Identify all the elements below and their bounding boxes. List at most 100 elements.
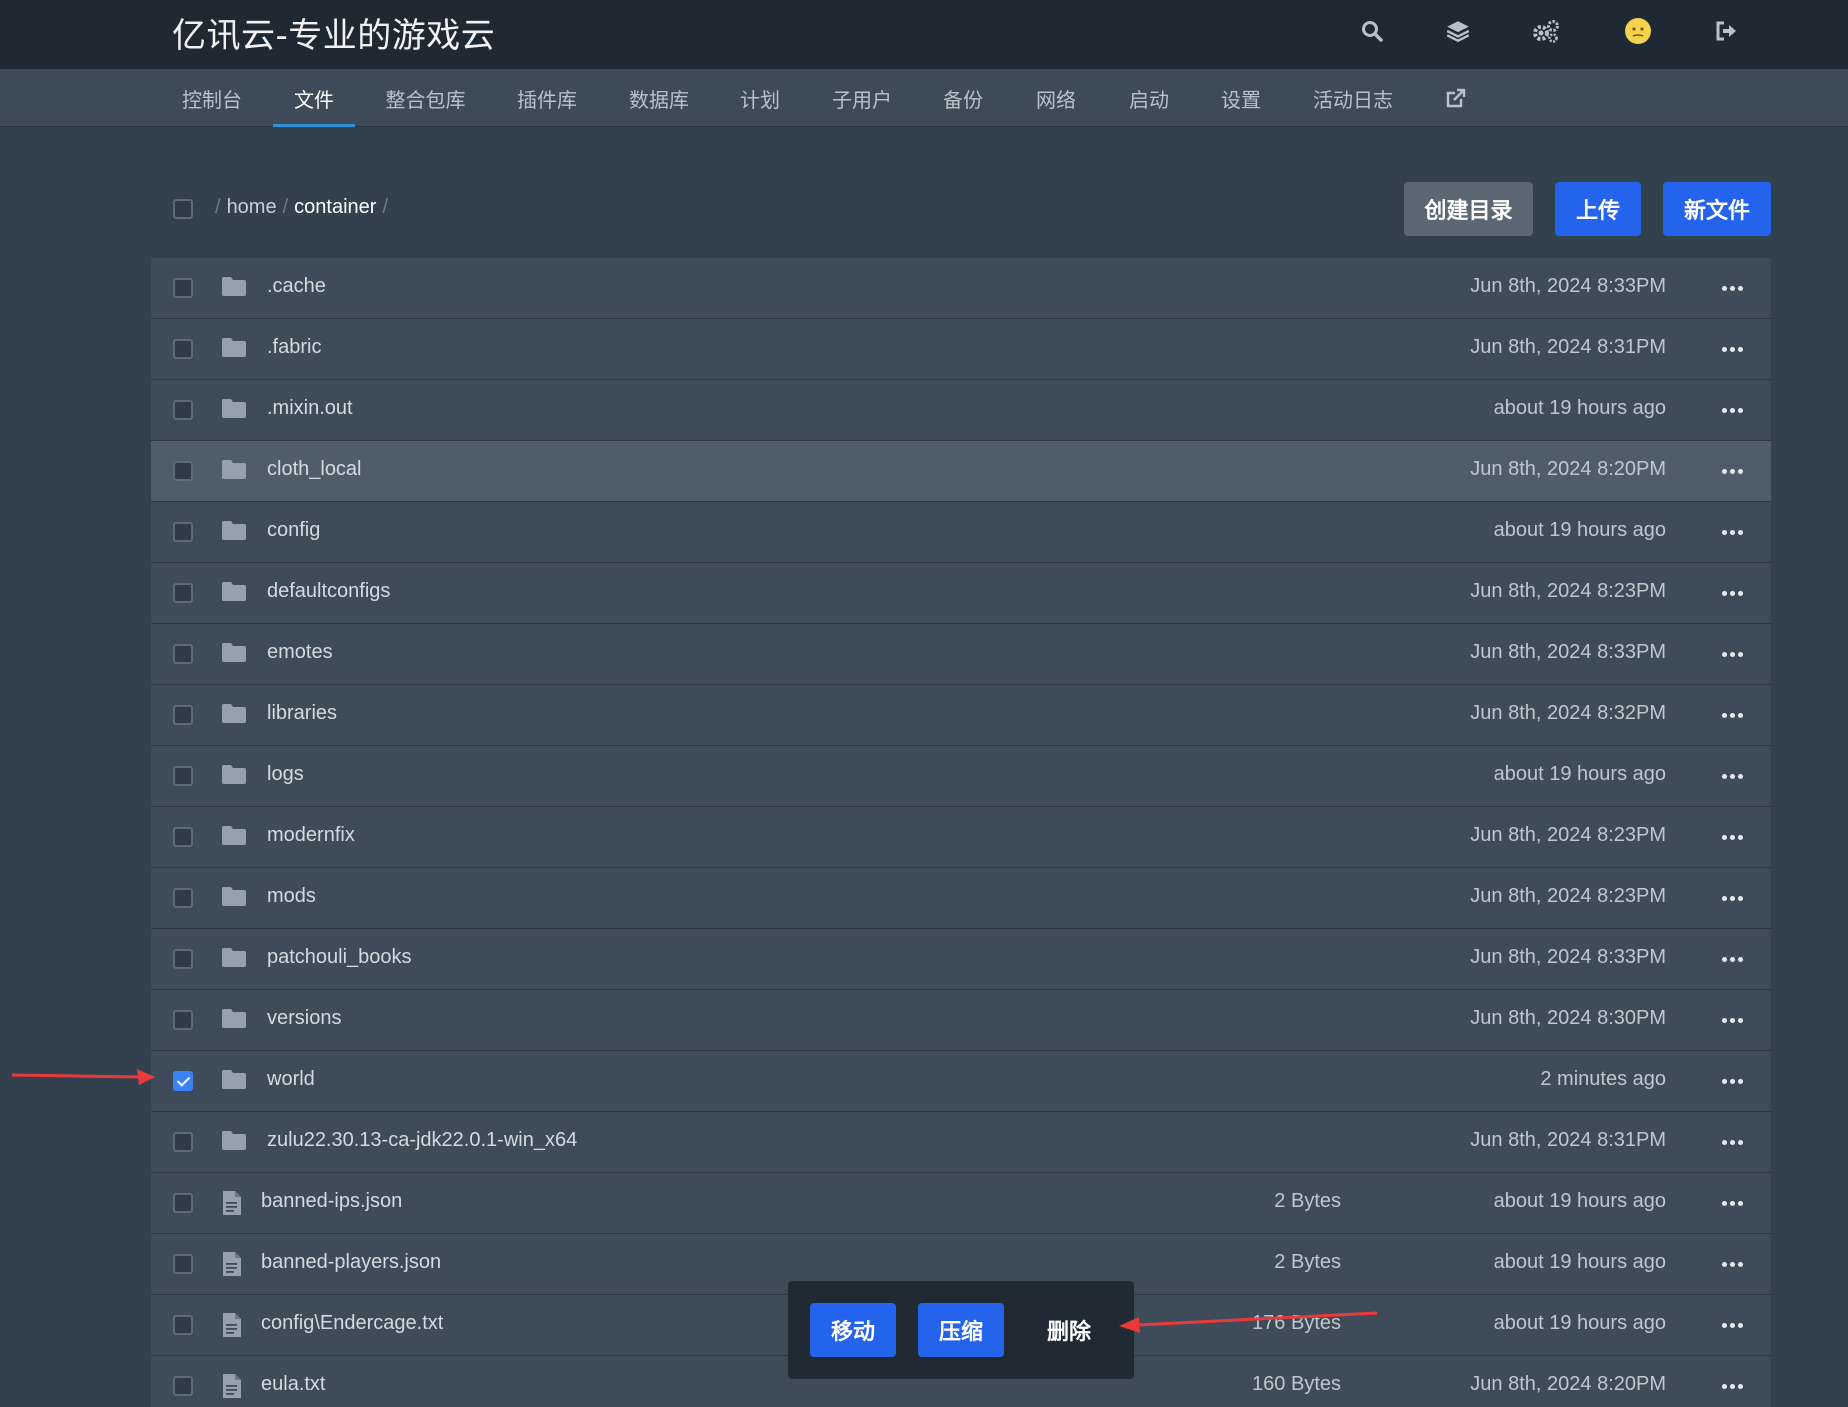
row-checkbox[interactable] <box>173 522 193 542</box>
tab-files[interactable]: 文件 <box>273 69 355 127</box>
file-name[interactable]: modernfix <box>267 824 355 847</box>
more-options-icon[interactable] <box>1715 638 1749 670</box>
more-options-icon[interactable] <box>1715 699 1749 731</box>
create-directory-button[interactable]: 创建目录 <box>1404 182 1533 236</box>
row-checkbox[interactable] <box>173 400 193 420</box>
more-options-icon[interactable] <box>1715 455 1749 487</box>
more-options-icon[interactable] <box>1715 394 1749 426</box>
file-name[interactable]: mods <box>267 885 316 908</box>
file-name[interactable]: banned-players.json <box>261 1251 441 1274</box>
more-options-icon[interactable] <box>1715 882 1749 914</box>
more-options-icon[interactable] <box>1715 333 1749 365</box>
file-row[interactable]: .mixin.out about 19 hours ago <box>151 380 1771 441</box>
row-checkbox[interactable] <box>173 1254 193 1274</box>
sign-out-icon[interactable] <box>1712 16 1742 46</box>
tab-plugins[interactable]: 插件库 <box>508 69 586 127</box>
file-row[interactable]: world 2 minutes ago <box>151 1051 1771 1112</box>
more-options-icon[interactable] <box>1715 1248 1749 1280</box>
more-options-icon[interactable] <box>1715 272 1749 304</box>
avatar-emoji-icon[interactable] <box>1623 16 1653 46</box>
file-row[interactable]: versions Jun 8th, 2024 8:30PM <box>151 990 1771 1051</box>
file-row[interactable]: logs about 19 hours ago <box>151 746 1771 807</box>
more-options-icon[interactable] <box>1715 516 1749 548</box>
row-checkbox[interactable] <box>173 644 193 664</box>
more-options-icon[interactable] <box>1715 760 1749 792</box>
row-checkbox[interactable] <box>173 461 193 481</box>
tab-subusers[interactable]: 子用户 <box>823 69 901 127</box>
file-name[interactable]: eula.txt <box>261 1373 325 1396</box>
tab-backups[interactable]: 备份 <box>935 69 991 127</box>
file-name[interactable]: config\Endercage.txt <box>261 1312 443 1335</box>
more-options-icon[interactable] <box>1715 1309 1749 1341</box>
more-options-icon[interactable] <box>1715 1004 1749 1036</box>
file-name[interactable]: cloth_local <box>267 458 362 481</box>
tab-settings[interactable]: 设置 <box>1213 69 1269 127</box>
file-row[interactable]: emotes Jun 8th, 2024 8:33PM <box>151 624 1771 685</box>
file-row[interactable]: defaultconfigs Jun 8th, 2024 8:23PM <box>151 563 1771 624</box>
layers-icon[interactable] <box>1443 16 1473 46</box>
more-options-icon[interactable] <box>1715 1065 1749 1097</box>
row-checkbox[interactable] <box>173 339 193 359</box>
select-all-checkbox[interactable] <box>173 199 193 219</box>
file-row[interactable]: .fabric Jun 8th, 2024 8:31PM <box>151 319 1771 380</box>
file-name[interactable]: emotes <box>267 641 333 664</box>
more-options-icon[interactable] <box>1715 1187 1749 1219</box>
external-link-icon[interactable] <box>1440 69 1472 127</box>
file-name[interactable]: world <box>267 1068 315 1091</box>
row-checkbox[interactable] <box>173 278 193 298</box>
file-row[interactable]: libraries Jun 8th, 2024 8:32PM <box>151 685 1771 746</box>
file-row[interactable]: .cache Jun 8th, 2024 8:33PM <box>151 258 1771 319</box>
row-checkbox[interactable] <box>173 766 193 786</box>
compress-button[interactable]: 压缩 <box>918 1303 1004 1357</box>
tab-modpacks[interactable]: 整合包库 <box>378 69 473 127</box>
file-name[interactable]: config <box>267 519 320 542</box>
row-checkbox[interactable] <box>173 827 193 847</box>
delete-button[interactable]: 删除 <box>1026 1303 1112 1357</box>
row-checkbox[interactable] <box>173 1132 193 1152</box>
row-checkbox[interactable] <box>173 705 193 725</box>
file-name[interactable]: banned-ips.json <box>261 1190 402 1213</box>
row-checkbox[interactable] <box>173 1010 193 1030</box>
gears-icon[interactable] <box>1531 16 1561 46</box>
row-checkbox[interactable] <box>173 949 193 969</box>
file-name[interactable]: .mixin.out <box>267 397 353 420</box>
file-name[interactable]: .cache <box>267 275 326 298</box>
row-checkbox[interactable] <box>173 1315 193 1335</box>
row-checkbox[interactable] <box>173 1376 193 1396</box>
file-row[interactable]: patchouli_books Jun 8th, 2024 8:33PM <box>151 929 1771 990</box>
file-name[interactable]: libraries <box>267 702 337 725</box>
more-options-icon[interactable] <box>1715 577 1749 609</box>
more-options-icon[interactable] <box>1715 1126 1749 1158</box>
row-checkbox[interactable] <box>173 888 193 908</box>
brand-title[interactable]: 亿讯云-专业的游戏云 <box>172 8 495 57</box>
row-checkbox[interactable] <box>173 1071 193 1091</box>
search-icon[interactable] <box>1357 16 1387 46</box>
tab-schedules[interactable]: 计划 <box>732 69 788 127</box>
file-name[interactable]: versions <box>267 1007 341 1030</box>
row-checkbox[interactable] <box>173 583 193 603</box>
file-row[interactable]: config about 19 hours ago <box>151 502 1771 563</box>
file-row[interactable]: mods Jun 8th, 2024 8:23PM <box>151 868 1771 929</box>
tab-activity-log[interactable]: 活动日志 <box>1305 69 1401 127</box>
file-name[interactable]: zulu22.30.13-ca-jdk22.0.1-win_x64 <box>267 1129 577 1152</box>
upload-button[interactable]: 上传 <box>1555 182 1641 236</box>
more-options-icon[interactable] <box>1715 1370 1749 1402</box>
file-name[interactable]: patchouli_books <box>267 946 412 969</box>
file-row[interactable]: zulu22.30.13-ca-jdk22.0.1-win_x64 Jun 8th… <box>151 1112 1771 1173</box>
move-button[interactable]: 移动 <box>810 1303 896 1357</box>
tab-network[interactable]: 网络 <box>1028 69 1084 127</box>
tab-startup[interactable]: 启动 <box>1121 69 1177 127</box>
tab-databases[interactable]: 数据库 <box>620 69 698 127</box>
file-row[interactable]: modernfix Jun 8th, 2024 8:23PM <box>151 807 1771 868</box>
file-name[interactable]: defaultconfigs <box>267 580 390 603</box>
breadcrumb-home[interactable]: home <box>227 196 277 219</box>
more-options-icon[interactable] <box>1715 821 1749 853</box>
file-name[interactable]: logs <box>267 763 304 786</box>
row-checkbox[interactable] <box>173 1193 193 1213</box>
new-file-button[interactable]: 新文件 <box>1663 182 1771 236</box>
file-name[interactable]: .fabric <box>267 336 321 359</box>
file-row[interactable]: cloth_local Jun 8th, 2024 8:20PM <box>151 441 1771 502</box>
tab-console[interactable]: 控制台 <box>170 69 254 127</box>
more-options-icon[interactable] <box>1715 943 1749 975</box>
file-row[interactable]: banned-ips.json 2 Bytes about 19 hours ago <box>151 1173 1771 1234</box>
